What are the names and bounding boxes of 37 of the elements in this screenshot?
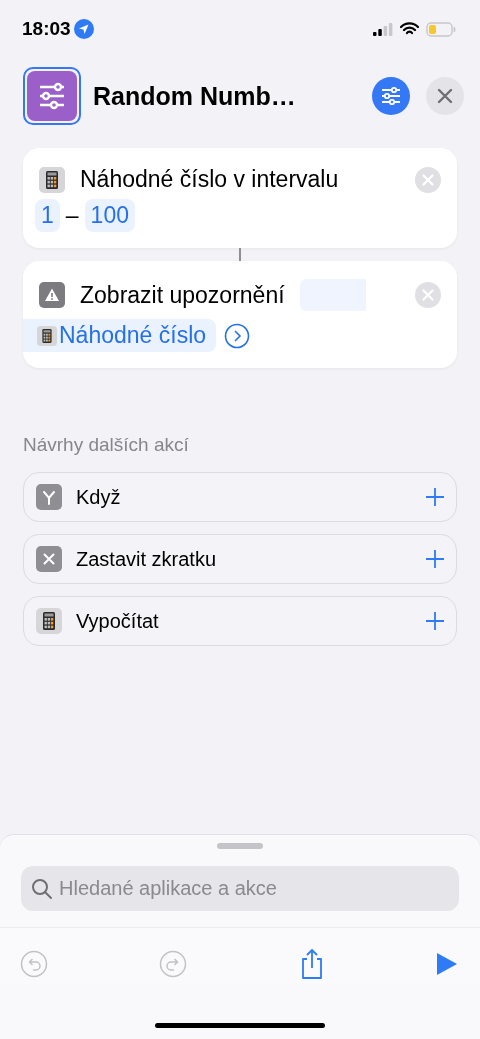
action-title: Náhodné číslo v intervalu: [80, 166, 339, 193]
close-icon: [422, 173, 434, 186]
close-icon: [422, 289, 434, 301]
calculator-icon: [39, 166, 65, 193]
action-title: Zobrazit upozornění: [80, 281, 285, 309]
suggestion-item[interactable]: Když: [23, 472, 457, 522]
calculator-icon: [37, 325, 57, 346]
status-time: 18:03: [22, 18, 71, 40]
close-icon: [437, 88, 453, 104]
max-token[interactable]: 100: [84, 199, 135, 232]
range-dash: –: [65, 202, 79, 229]
suggestion-item[interactable]: Vypočítat: [23, 596, 457, 646]
signal-icon: [373, 22, 393, 36]
add-icon[interactable]: [426, 612, 444, 630]
play-icon[interactable]: [436, 951, 458, 976]
section-heading: Návrhy dalších akcí: [23, 434, 190, 456]
settings-button[interactable]: [372, 77, 410, 115]
close-icon: [36, 546, 62, 572]
sliders-icon: [380, 86, 402, 106]
add-icon[interactable]: [426, 550, 444, 568]
variable-token[interactable]: Náhodné číslo: [23, 319, 217, 352]
min-token[interactable]: 1: [35, 199, 60, 232]
battery-icon: [426, 21, 456, 37]
chevron-icon[interactable]: [224, 322, 251, 349]
suggestion-item[interactable]: Zastavit zkratku: [23, 534, 457, 584]
shortcut-title: Random Numb…: [93, 81, 297, 111]
wifi-icon: [400, 22, 419, 36]
close-button[interactable]: [426, 77, 464, 115]
calculator-icon: [36, 608, 62, 634]
branch-icon: [36, 484, 62, 510]
shortcut-icon[interactable]: [27, 71, 77, 121]
add-icon[interactable]: [426, 488, 444, 506]
search-icon: [31, 878, 53, 900]
sheet-handle[interactable]: [217, 843, 263, 849]
search-field[interactable]: Hledané aplikace a akce: [21, 866, 459, 911]
location-icon: [73, 19, 94, 39]
warning-icon: [39, 282, 65, 308]
